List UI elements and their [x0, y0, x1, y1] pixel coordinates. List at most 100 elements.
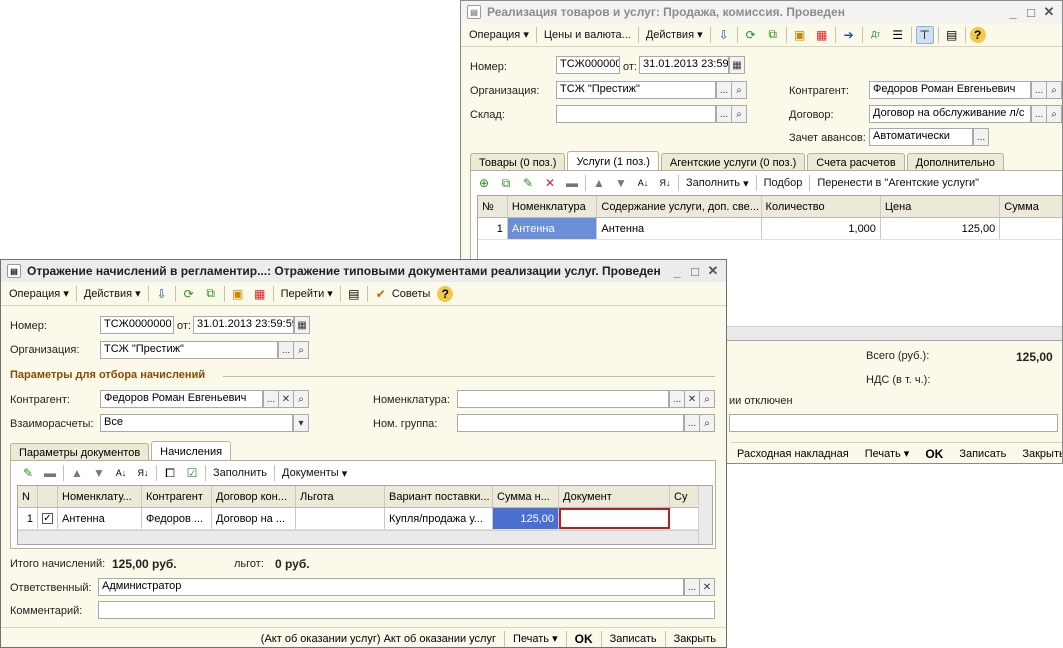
tab-services[interactable]: Услуги (1 поз.) — [567, 151, 659, 171]
settlements-field[interactable]: Все — [100, 414, 293, 432]
copy-icon[interactable]: ⧉ — [764, 26, 782, 44]
based-on-icon[interactable]: ▣ — [791, 26, 809, 44]
responsible-field[interactable]: Администратор — [98, 578, 684, 596]
select-button[interactable]: ... — [669, 390, 685, 408]
contractor-cell[interactable]: Федоров ... — [142, 508, 212, 529]
select-button[interactable]: ... — [716, 105, 732, 123]
column-header[interactable] — [38, 486, 58, 507]
select-button[interactable]: ... — [973, 128, 989, 146]
nomenclature-cell[interactable]: Антенна — [58, 508, 142, 529]
warehouse-field[interactable] — [556, 105, 716, 123]
column-header[interactable]: Документ — [559, 486, 670, 507]
sort-asc-icon[interactable]: A↓ — [634, 174, 652, 192]
column-header[interactable]: Количество — [762, 196, 881, 217]
select-button[interactable]: ... — [278, 341, 294, 359]
select-all-icon[interactable]: ⧠ — [161, 464, 179, 482]
close-button[interactable]: Закрыть — [668, 633, 722, 645]
move-down-icon[interactable]: ▼ — [612, 174, 630, 192]
move-up-icon[interactable]: ▲ — [590, 174, 608, 192]
date-field[interactable]: 31.01.2013 23:59 — [639, 56, 729, 74]
based-on-icon[interactable]: ▣ — [229, 285, 247, 303]
tips-icon[interactable]: ✔ — [372, 285, 390, 303]
calendar-icon[interactable]: ▦ — [294, 316, 310, 334]
tips-button[interactable]: Советы — [392, 284, 435, 304]
close-button[interactable]: Закрыть — [1016, 448, 1062, 460]
search-icon[interactable]: ⌕ — [293, 390, 309, 408]
comment-field-partial[interactable] — [729, 414, 1058, 432]
ok-button[interactable]: OK — [919, 447, 949, 461]
clear-icon[interactable]: ✕ — [699, 578, 715, 596]
checkbox-checked-icon[interactable]: ✓ — [42, 513, 53, 524]
copy-icon[interactable]: ⧉ — [202, 285, 220, 303]
number-field[interactable]: ТСЖ0000000 — [100, 316, 174, 334]
sort-desc-icon[interactable]: Я↓ — [656, 174, 674, 192]
invoice-button[interactable]: Расходная накладная — [731, 448, 855, 460]
advance-field[interactable]: Автоматически — [869, 128, 973, 146]
sum-cell[interactable] — [1000, 218, 1062, 239]
maximize-icon[interactable]: □ — [686, 262, 704, 280]
minimize-icon[interactable]: _ — [668, 262, 686, 280]
copy-row-icon[interactable]: ⧉ — [497, 174, 515, 192]
contract-field[interactable]: Договор на обслуживание л/с — [869, 105, 1031, 123]
column-header[interactable]: Номенклатура — [508, 196, 598, 217]
print-menu[interactable]: Печать ▾ — [859, 447, 916, 460]
tab-accounts[interactable]: Счета расчетов — [807, 153, 905, 171]
sort-asc-icon[interactable]: A↓ — [112, 464, 130, 482]
row-checkbox[interactable]: ✓ — [38, 508, 58, 529]
horizontal-scrollbar[interactable] — [18, 530, 698, 544]
filter-icon[interactable]: ⊤ — [915, 25, 934, 44]
save-button[interactable]: Записать — [604, 633, 663, 645]
list-icon[interactable]: ▤ — [345, 285, 363, 303]
delivery-variant-cell[interactable]: Купля/продажа у... — [385, 508, 493, 529]
debit-credit-icon[interactable]: Дт — [867, 26, 885, 44]
column-header[interactable]: N — [18, 486, 38, 507]
quantity-cell[interactable]: 1,000 — [762, 218, 881, 239]
document-cell[interactable] — [559, 508, 670, 529]
add-icon[interactable]: ⊕ — [475, 174, 493, 192]
search-icon[interactable]: ⌕ — [731, 81, 747, 99]
nomgroup-field[interactable] — [457, 414, 684, 432]
select-button[interactable]: ... — [684, 414, 700, 432]
price-cell[interactable]: 125,00 — [881, 218, 1001, 239]
select-button[interactable]: ... — [716, 81, 732, 99]
close-icon[interactable]: ✕ — [1040, 3, 1058, 21]
tab-additional[interactable]: Дополнительно — [906, 153, 1004, 171]
organization-field[interactable]: ТСЖ "Престиж" — [100, 341, 278, 359]
transfer-button[interactable]: Перенести в "Агентские услуги" — [812, 173, 984, 193]
structure-icon[interactable]: ▦ — [813, 26, 831, 44]
refresh-icon[interactable]: ⟳ — [180, 285, 198, 303]
post-icon[interactable]: ⇩ — [153, 285, 171, 303]
column-header[interactable]: № — [478, 196, 508, 217]
vertical-scrollbar[interactable] — [698, 486, 712, 544]
column-header[interactable]: Сумма — [1000, 196, 1062, 217]
benefit-cell[interactable] — [296, 508, 385, 529]
calendar-icon[interactable]: ▦ — [729, 56, 745, 74]
search-icon[interactable]: ⌕ — [699, 390, 715, 408]
select-button[interactable]: ... — [263, 390, 279, 408]
check-all-icon[interactable]: ☑ — [183, 464, 201, 482]
ok-button[interactable]: OK — [569, 632, 599, 646]
structure-icon[interactable]: ▦ — [251, 285, 269, 303]
column-header[interactable]: Договор кон... — [212, 486, 296, 507]
search-icon[interactable]: ⌕ — [731, 105, 747, 123]
move-down-icon[interactable]: ▼ — [90, 464, 108, 482]
select-button[interactable]: ... — [1031, 81, 1047, 99]
contractor-field[interactable]: Федоров Роман Евгеньевич — [100, 390, 263, 408]
column-header[interactable]: Содержание услуги, доп. све... — [597, 196, 762, 217]
tab-goods[interactable]: Товары (0 поз.) — [470, 153, 566, 171]
clear-icon[interactable]: ✕ — [684, 390, 700, 408]
column-header[interactable]: Цена — [881, 196, 1001, 217]
refresh-icon[interactable]: ⟳ — [742, 26, 760, 44]
journal-icon[interactable]: ☰ — [889, 26, 907, 44]
tab-accruals[interactable]: Начисления — [151, 441, 232, 461]
end-edit-icon[interactable]: ▬ — [563, 174, 581, 192]
accruals-window-titlebar[interactable]: ▤ Отражение начислений в регламентир...:… — [1, 260, 726, 282]
chevron-down-icon[interactable]: ▾ — [293, 414, 309, 432]
maximize-icon[interactable]: □ — [1022, 3, 1040, 21]
column-header[interactable]: Номенклату... — [58, 486, 142, 507]
tab-agent-services[interactable]: Агентские услуги (0 поз.) — [660, 153, 806, 171]
search-icon[interactable]: ⌕ — [1046, 105, 1062, 123]
search-icon[interactable]: ⌕ — [699, 414, 715, 432]
save-button[interactable]: Записать — [953, 448, 1012, 460]
fill-menu[interactable]: Заполнить ▾ — [681, 173, 754, 193]
